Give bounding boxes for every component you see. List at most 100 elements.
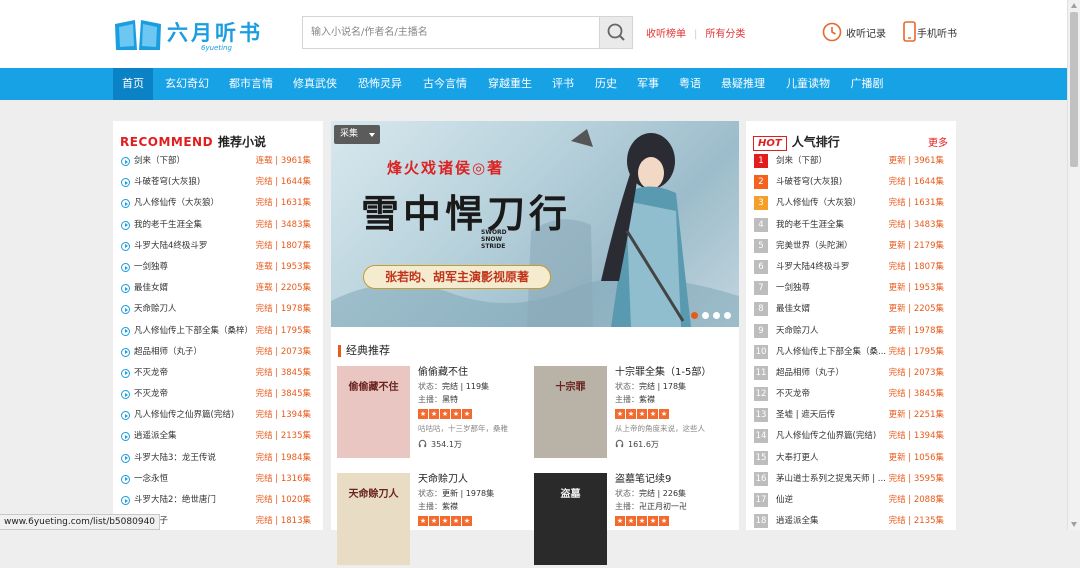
recommend-item[interactable]: 我的老千生涯全集 完结 | 3483集 bbox=[113, 215, 323, 236]
recommend-item[interactable]: 天命赊刀人 完结 | 1978集 bbox=[113, 299, 323, 320]
recommend-item[interactable]: 最佳女婿 连载 | 2205集 bbox=[113, 278, 323, 299]
book-status: 完结 | 2073集 bbox=[255, 346, 311, 357]
scroll-down-arrow[interactable] bbox=[1071, 522, 1077, 527]
ranking-item[interactable]: 14 凡人修仙传之仙界篇(完结) 完结 | 1394集 bbox=[746, 426, 956, 447]
book-card[interactable]: 天命赊刀人 天命赊刀人 状态：更新 | 1978集 主播：紫襟 ★ ★ ★ ★ ★ bbox=[337, 473, 533, 568]
nav-radio-drama[interactable]: 广播剧 bbox=[843, 68, 891, 100]
nav-romance[interactable]: 古今言情 bbox=[416, 68, 474, 100]
nav-military[interactable]: 军事 bbox=[629, 68, 667, 100]
book-name: 凡人修仙传之仙界篇(完结) bbox=[776, 431, 877, 442]
book-name: 斗罗大陆2：绝世唐门 bbox=[134, 495, 216, 505]
banner-title-en: SWORD SNOW STRIDE bbox=[481, 229, 507, 250]
rank-number: 2 bbox=[754, 175, 768, 190]
carousel-dot[interactable] bbox=[713, 312, 720, 319]
rating-stars: ★ ★ ★ ★ ★ bbox=[615, 515, 730, 527]
book-card[interactable]: 十宗罪 十宗罪全集（1-5部） 状态：完结 | 178集 主播：紫襟 ★ ★ ★ ★ ★ 从上帝的… bbox=[534, 366, 730, 461]
ranking-item[interactable]: 13 圣墟 | 遮天后传 更新 | 2251集 bbox=[746, 405, 956, 426]
nav-wuxia[interactable]: 修真武侠 bbox=[286, 68, 344, 100]
book-card[interactable]: 偷偷藏不住 偷偷藏不住 状态：完结 | 119集 主播：黑特 ★ ★ ★ ★ ★ 咕咕咕，十三岁那… bbox=[337, 366, 533, 461]
ranking-item[interactable]: 4 我的老千生涯全集 完结 | 3483集 bbox=[746, 215, 956, 236]
ranking-item[interactable]: 18 逍遥派全集 完结 | 2135集 bbox=[746, 511, 956, 532]
ranking-item[interactable]: 5 完美世界（头陀渊） 更新 | 2179集 bbox=[746, 236, 956, 257]
scrollbar-thumb[interactable] bbox=[1070, 12, 1078, 167]
ranking-item[interactable]: 1 剑来（下部） 更新 | 3961集 bbox=[746, 151, 956, 172]
book-title[interactable]: 偷偷藏不住 bbox=[418, 366, 533, 380]
carousel-dot[interactable] bbox=[702, 312, 709, 319]
ranking-item[interactable]: 12 不灭龙帝 完结 | 3845集 bbox=[746, 384, 956, 405]
star-icon: ★ bbox=[451, 409, 461, 419]
carousel-dot[interactable] bbox=[691, 312, 698, 319]
nav-fantasy[interactable]: 玄幻奇幻 bbox=[158, 68, 216, 100]
nav-horror[interactable]: 恐怖灵异 bbox=[351, 68, 409, 100]
ranking-item[interactable]: 17 仙逆 完结 | 2088集 bbox=[746, 490, 956, 511]
recommend-item[interactable]: 凡人修仙传之仙界篇(完结) 完结 | 1394集 bbox=[113, 405, 323, 426]
recommend-item[interactable]: 斗破苍穹(大灰狼) 完结 | 1644集 bbox=[113, 172, 323, 193]
recommend-item[interactable]: 一念永恒 完结 | 1316集 bbox=[113, 469, 323, 490]
recommend-item[interactable]: 剑来（下部） 连载 | 3961集 bbox=[113, 151, 323, 172]
book-card[interactable]: 盗墓 盗墓笔记续9 状态：完结 | 226集 主播：卍正月初一卍 ★ ★ ★ ★ ★ bbox=[534, 473, 730, 568]
status-label: 状态： bbox=[418, 382, 442, 391]
categories-link[interactable]: 所有分类 bbox=[705, 25, 745, 40]
recommend-item[interactable]: 不灭龙帝 完结 | 3845集 bbox=[113, 384, 323, 405]
book-cover[interactable]: 天命赊刀人 bbox=[337, 473, 410, 565]
nav-storytelling[interactable]: 评书 bbox=[544, 68, 582, 100]
play-circle-icon bbox=[121, 496, 130, 505]
recommend-item[interactable]: 逍遥派全集 完结 | 2135集 bbox=[113, 426, 323, 447]
recommend-item[interactable]: 不灭龙帝 完结 | 3845集 bbox=[113, 363, 323, 384]
nav-children[interactable]: 儿童读物 bbox=[779, 68, 837, 100]
search-button[interactable] bbox=[599, 17, 632, 48]
nav-rebirth[interactable]: 穿越重生 bbox=[481, 68, 539, 100]
star-icon: ★ bbox=[659, 516, 669, 526]
search-input[interactable] bbox=[303, 17, 600, 48]
more-link[interactable]: 更多 bbox=[928, 134, 948, 149]
recommend-item[interactable]: 斗罗大陆4终极斗罗 完结 | 1807集 bbox=[113, 236, 323, 257]
carousel-dot[interactable] bbox=[724, 312, 731, 319]
ranking-item[interactable]: 16 茅山道士系列之捉鬼天师 | ... 完结 | 3595集 bbox=[746, 469, 956, 490]
book-cover[interactable]: 盗墓 bbox=[534, 473, 607, 565]
category-dropdown[interactable]: 采集 bbox=[334, 125, 380, 144]
scroll-up-arrow[interactable] bbox=[1071, 3, 1077, 8]
play-circle-icon bbox=[121, 220, 130, 230]
book-name: 超品相师（丸子） bbox=[134, 346, 203, 357]
book-title[interactable]: 天命赊刀人 bbox=[418, 473, 533, 487]
recommend-item[interactable]: 凡人修仙传上下部全集（桑梓） 完结 | 1795集 bbox=[113, 321, 323, 342]
book-status: 完结 | 1978集 bbox=[255, 304, 311, 315]
play-circle-icon bbox=[121, 199, 130, 209]
nav-cantonese[interactable]: 粤语 bbox=[671, 68, 709, 100]
ranking-item[interactable]: 8 最佳女婿 更新 | 2205集 bbox=[746, 299, 956, 320]
book-cover[interactable]: 偷偷藏不住 bbox=[337, 366, 410, 458]
ranking-item[interactable]: 7 一剑独尊 更新 | 1953集 bbox=[746, 278, 956, 299]
rating-stars: ★ ★ ★ ★ ★ bbox=[418, 408, 533, 420]
ranking-item[interactable]: 2 斗破苍穹(大灰狼) 完结 | 1644集 bbox=[746, 172, 956, 193]
book-title[interactable]: 盗墓笔记续9 bbox=[615, 473, 730, 487]
recommend-item[interactable]: 斗罗大陆2：绝世唐门 完结 | 1020集 bbox=[113, 490, 323, 511]
recommend-item[interactable]: 超品相师（丸子） 完结 | 2073集 bbox=[113, 342, 323, 363]
book-name: 天命赊刀人 bbox=[134, 304, 177, 315]
ranking-item[interactable]: 6 斗罗大陆4终极斗罗 完结 | 1807集 bbox=[746, 257, 956, 278]
play-circle-icon bbox=[121, 326, 130, 336]
nav-mystery[interactable]: 悬疑推理 bbox=[714, 68, 772, 100]
page-scrollbar[interactable] bbox=[1067, 0, 1080, 530]
recommend-item[interactable]: 凡人修仙传（大灰狼） 完结 | 1631集 bbox=[113, 193, 323, 214]
recommend-item[interactable]: 斗罗大陆3：龙王传说 完结 | 1984集 bbox=[113, 448, 323, 469]
ranking-item[interactable]: 10 凡人修仙传上下部全集（桑... 完结 | 1795集 bbox=[746, 342, 956, 363]
status-label: 状态： bbox=[615, 489, 639, 498]
hot-badge: HOT bbox=[753, 136, 787, 151]
ranking-item[interactable]: 15 大奉打更人 更新 | 1056集 bbox=[746, 448, 956, 469]
featured-banner[interactable]: 采集 烽火戏诸侯◎著 雪中悍刀行 SWORD SNOW STRIDE 张若昀、胡… bbox=[331, 121, 739, 327]
ranking-item[interactable]: 3 凡人修仙传（大灰狼） 完结 | 1631集 bbox=[746, 193, 956, 214]
book-status: 更新 | 1056集 bbox=[888, 452, 944, 463]
nav-urban[interactable]: 都市言情 bbox=[222, 68, 280, 100]
book-status-line: 状态：更新 | 1978集 bbox=[418, 487, 533, 500]
headphone-icon bbox=[418, 439, 427, 448]
book-cover[interactable]: 十宗罪 bbox=[534, 366, 607, 458]
site-logo[interactable]: 六月听书 6yueting bbox=[113, 14, 265, 54]
rank-link[interactable]: 收听榜单 bbox=[646, 25, 686, 40]
nav-history[interactable]: 历史 bbox=[587, 68, 625, 100]
recommend-item[interactable]: 一剑独尊 连载 | 1953集 bbox=[113, 257, 323, 278]
ranking-item[interactable]: 11 超品相师（丸子） 完结 | 2073集 bbox=[746, 363, 956, 384]
rank-number: 16 bbox=[754, 471, 768, 486]
nav-home[interactable]: 首页 bbox=[113, 68, 153, 100]
ranking-item[interactable]: 9 天命赊刀人 更新 | 1978集 bbox=[746, 321, 956, 342]
book-title[interactable]: 十宗罪全集（1-5部） bbox=[615, 366, 730, 380]
